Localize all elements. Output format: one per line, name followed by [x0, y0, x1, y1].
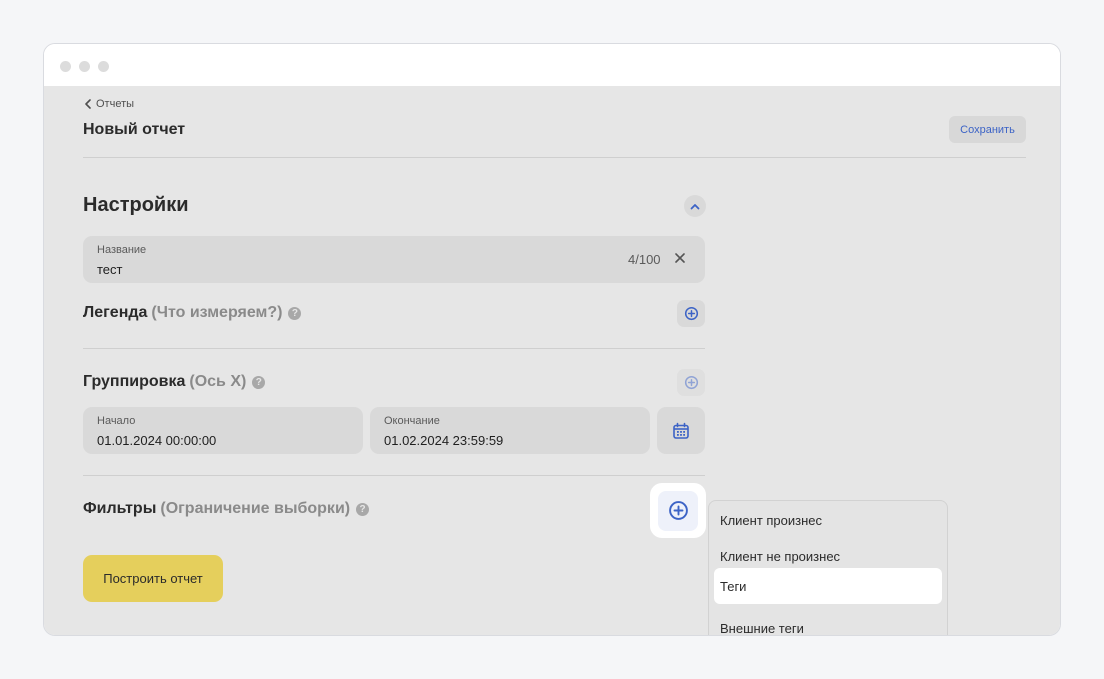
- page-title: Новый отчет: [83, 121, 186, 138]
- add-legend-button[interactable]: [677, 300, 705, 327]
- report-name-value[interactable]: тест: [97, 262, 123, 277]
- legend-divider: [83, 348, 705, 349]
- collapse-settings-button[interactable]: [684, 195, 706, 217]
- start-date-label: Начало: [97, 415, 136, 427]
- legend-title: Легенда: [83, 304, 148, 321]
- calendar-icon: [673, 422, 689, 439]
- build-report-button[interactable]: Построить отчет: [83, 555, 223, 602]
- plus-circle-icon: [684, 306, 698, 321]
- browser-window: Отчеты Новый отчет Сохранить Настройки Н…: [43, 43, 1061, 636]
- window-dot-minimize[interactable]: [79, 61, 90, 72]
- char-counter: 4/100: [628, 252, 661, 267]
- grouping-heading: Группировка (Ось X) ?: [83, 373, 266, 391]
- close-icon[interactable]: [673, 251, 687, 265]
- breadcrumb-back-link[interactable]: Отчеты: [84, 98, 134, 110]
- plus-circle-icon: [684, 375, 698, 390]
- legend-heading: Легенда (Что измеряем?) ?: [83, 304, 302, 322]
- end-date-label: Окончание: [384, 415, 440, 427]
- dropdown-item-external-tags[interactable]: Внешние теги: [714, 610, 942, 636]
- settings-title: Настройки: [83, 194, 189, 216]
- end-date-field[interactable]: Окончание 01.02.2024 23:59:59: [370, 407, 650, 454]
- start-date-value[interactable]: 01.01.2024 00:00:00: [97, 433, 216, 448]
- dropdown-item-client-said[interactable]: Клиент произнес: [714, 502, 942, 538]
- grouping-divider: [83, 475, 705, 476]
- report-editor: Отчеты Новый отчет Сохранить Настройки Н…: [44, 86, 1060, 636]
- report-name-label: Название: [97, 244, 147, 256]
- filters-subtitle: (Ограничение выборки): [160, 500, 351, 517]
- end-date-value[interactable]: 01.02.2024 23:59:59: [384, 433, 503, 448]
- window-titlebar: [44, 44, 1060, 86]
- save-button[interactable]: Сохранить: [949, 116, 1026, 143]
- calendar-button[interactable]: [657, 407, 705, 454]
- question-circle-icon[interactable]: ?: [288, 306, 302, 320]
- report-name-field[interactable]: Название тест 4/100: [83, 236, 705, 283]
- start-date-field[interactable]: Начало 01.01.2024 00:00:00: [83, 407, 363, 454]
- grouping-title: Группировка: [83, 373, 186, 390]
- chevron-left-icon: [84, 98, 92, 110]
- chevron-up-icon: [690, 203, 700, 209]
- add-grouping-button[interactable]: [677, 369, 705, 396]
- breadcrumb-label: Отчеты: [96, 98, 135, 110]
- window-dot-close[interactable]: [60, 61, 71, 72]
- header-divider: [83, 157, 1026, 158]
- question-circle-icon[interactable]: ?: [356, 502, 370, 516]
- dropdown-item-tags[interactable]: Теги: [714, 568, 942, 604]
- add-filter-inner[interactable]: [658, 490, 698, 531]
- plus-circle-icon: [668, 501, 688, 520]
- grouping-subtitle: (Ось X): [189, 373, 247, 390]
- filters-heading: Фильтры (Ограничение выборки) ?: [83, 500, 370, 518]
- question-circle-icon[interactable]: ?: [252, 375, 266, 389]
- add-filter-button[interactable]: [650, 483, 706, 538]
- window-dot-maximize[interactable]: [98, 61, 109, 72]
- filters-title: Фильтры: [83, 500, 157, 517]
- legend-subtitle: (Что измеряем?): [151, 304, 283, 321]
- filter-type-dropdown: Клиент произнес Клиент не произнес Теги …: [708, 500, 948, 636]
